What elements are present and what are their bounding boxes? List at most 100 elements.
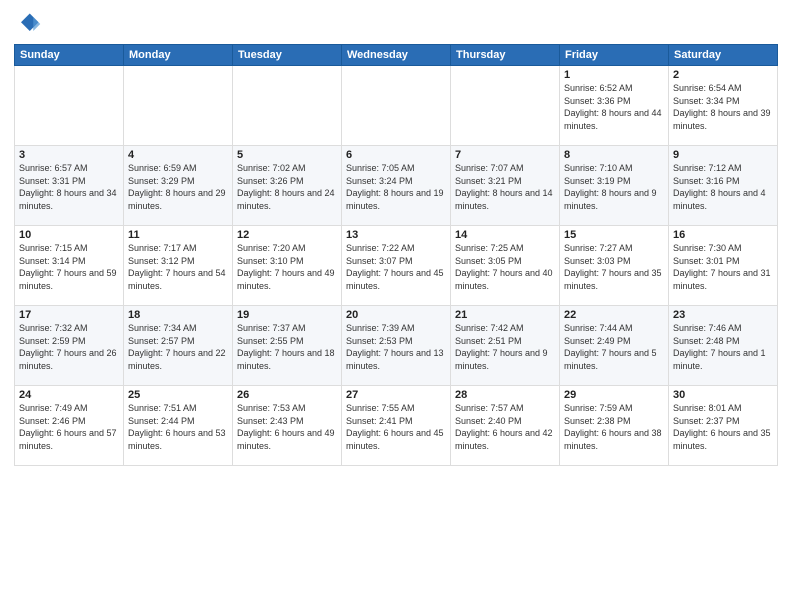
- day-number: 14: [455, 229, 555, 241]
- calendar-cell: 4Sunrise: 6:59 AM Sunset: 3:29 PM Daylig…: [124, 146, 233, 226]
- weekday-header: Sunday: [15, 45, 124, 66]
- calendar-week-row: 3Sunrise: 6:57 AM Sunset: 3:31 PM Daylig…: [15, 146, 778, 226]
- calendar-cell: [342, 66, 451, 146]
- calendar-cell: 15Sunrise: 7:27 AM Sunset: 3:03 PM Dayli…: [560, 226, 669, 306]
- day-number: 13: [346, 229, 446, 241]
- day-number: 19: [237, 309, 337, 321]
- calendar-cell: 26Sunrise: 7:53 AM Sunset: 2:43 PM Dayli…: [233, 386, 342, 466]
- day-info: Sunrise: 7:39 AM Sunset: 2:53 PM Dayligh…: [346, 322, 446, 372]
- calendar-cell: 29Sunrise: 7:59 AM Sunset: 2:38 PM Dayli…: [560, 386, 669, 466]
- day-info: Sunrise: 7:55 AM Sunset: 2:41 PM Dayligh…: [346, 402, 446, 452]
- calendar-cell: 27Sunrise: 7:55 AM Sunset: 2:41 PM Dayli…: [342, 386, 451, 466]
- day-number: 24: [19, 389, 119, 401]
- day-number: 10: [19, 229, 119, 241]
- calendar-cell: 23Sunrise: 7:46 AM Sunset: 2:48 PM Dayli…: [669, 306, 778, 386]
- calendar-cell: [124, 66, 233, 146]
- day-number: 18: [128, 309, 228, 321]
- day-number: 25: [128, 389, 228, 401]
- calendar-table: SundayMondayTuesdayWednesdayThursdayFrid…: [14, 44, 778, 466]
- calendar-cell: 16Sunrise: 7:30 AM Sunset: 3:01 PM Dayli…: [669, 226, 778, 306]
- day-info: Sunrise: 7:12 AM Sunset: 3:16 PM Dayligh…: [673, 162, 773, 212]
- day-number: 20: [346, 309, 446, 321]
- day-info: Sunrise: 7:07 AM Sunset: 3:21 PM Dayligh…: [455, 162, 555, 212]
- day-info: Sunrise: 7:05 AM Sunset: 3:24 PM Dayligh…: [346, 162, 446, 212]
- calendar-cell: 21Sunrise: 7:42 AM Sunset: 2:51 PM Dayli…: [451, 306, 560, 386]
- calendar-cell: 5Sunrise: 7:02 AM Sunset: 3:26 PM Daylig…: [233, 146, 342, 226]
- weekday-header: Friday: [560, 45, 669, 66]
- day-info: Sunrise: 7:42 AM Sunset: 2:51 PM Dayligh…: [455, 322, 555, 372]
- calendar-cell: 7Sunrise: 7:07 AM Sunset: 3:21 PM Daylig…: [451, 146, 560, 226]
- day-number: 21: [455, 309, 555, 321]
- day-info: Sunrise: 7:20 AM Sunset: 3:10 PM Dayligh…: [237, 242, 337, 292]
- day-info: Sunrise: 7:46 AM Sunset: 2:48 PM Dayligh…: [673, 322, 773, 372]
- day-info: Sunrise: 7:53 AM Sunset: 2:43 PM Dayligh…: [237, 402, 337, 452]
- day-info: Sunrise: 7:17 AM Sunset: 3:12 PM Dayligh…: [128, 242, 228, 292]
- day-info: Sunrise: 7:32 AM Sunset: 2:59 PM Dayligh…: [19, 322, 119, 372]
- calendar-cell: [15, 66, 124, 146]
- day-info: Sunrise: 7:10 AM Sunset: 3:19 PM Dayligh…: [564, 162, 664, 212]
- day-info: Sunrise: 7:15 AM Sunset: 3:14 PM Dayligh…: [19, 242, 119, 292]
- day-number: 22: [564, 309, 664, 321]
- calendar-cell: 10Sunrise: 7:15 AM Sunset: 3:14 PM Dayli…: [15, 226, 124, 306]
- day-number: 11: [128, 229, 228, 241]
- calendar-week-row: 10Sunrise: 7:15 AM Sunset: 3:14 PM Dayli…: [15, 226, 778, 306]
- calendar-cell: 1Sunrise: 6:52 AM Sunset: 3:36 PM Daylig…: [560, 66, 669, 146]
- day-number: 26: [237, 389, 337, 401]
- day-info: Sunrise: 8:01 AM Sunset: 2:37 PM Dayligh…: [673, 402, 773, 452]
- day-info: Sunrise: 6:59 AM Sunset: 3:29 PM Dayligh…: [128, 162, 228, 212]
- calendar-cell: 24Sunrise: 7:49 AM Sunset: 2:46 PM Dayli…: [15, 386, 124, 466]
- calendar-cell: [233, 66, 342, 146]
- day-number: 30: [673, 389, 773, 401]
- day-number: 12: [237, 229, 337, 241]
- day-number: 2: [673, 69, 773, 81]
- calendar-week-row: 1Sunrise: 6:52 AM Sunset: 3:36 PM Daylig…: [15, 66, 778, 146]
- day-info: Sunrise: 7:30 AM Sunset: 3:01 PM Dayligh…: [673, 242, 773, 292]
- calendar-cell: 2Sunrise: 6:54 AM Sunset: 3:34 PM Daylig…: [669, 66, 778, 146]
- calendar-cell: 20Sunrise: 7:39 AM Sunset: 2:53 PM Dayli…: [342, 306, 451, 386]
- calendar-week-row: 17Sunrise: 7:32 AM Sunset: 2:59 PM Dayli…: [15, 306, 778, 386]
- calendar-cell: 3Sunrise: 6:57 AM Sunset: 3:31 PM Daylig…: [15, 146, 124, 226]
- day-number: 15: [564, 229, 664, 241]
- day-number: 6: [346, 149, 446, 161]
- page: SundayMondayTuesdayWednesdayThursdayFrid…: [0, 0, 792, 612]
- calendar-cell: 19Sunrise: 7:37 AM Sunset: 2:55 PM Dayli…: [233, 306, 342, 386]
- weekday-header: Tuesday: [233, 45, 342, 66]
- header: [14, 10, 778, 38]
- calendar-cell: 12Sunrise: 7:20 AM Sunset: 3:10 PM Dayli…: [233, 226, 342, 306]
- weekday-header: Thursday: [451, 45, 560, 66]
- calendar-cell: 30Sunrise: 8:01 AM Sunset: 2:37 PM Dayli…: [669, 386, 778, 466]
- weekday-header: Wednesday: [342, 45, 451, 66]
- day-number: 5: [237, 149, 337, 161]
- day-info: Sunrise: 7:27 AM Sunset: 3:03 PM Dayligh…: [564, 242, 664, 292]
- day-number: 7: [455, 149, 555, 161]
- calendar-cell: 8Sunrise: 7:10 AM Sunset: 3:19 PM Daylig…: [560, 146, 669, 226]
- calendar-cell: 25Sunrise: 7:51 AM Sunset: 2:44 PM Dayli…: [124, 386, 233, 466]
- calendar-cell: 14Sunrise: 7:25 AM Sunset: 3:05 PM Dayli…: [451, 226, 560, 306]
- day-number: 28: [455, 389, 555, 401]
- day-number: 4: [128, 149, 228, 161]
- calendar-cell: [451, 66, 560, 146]
- day-number: 9: [673, 149, 773, 161]
- calendar-cell: 18Sunrise: 7:34 AM Sunset: 2:57 PM Dayli…: [124, 306, 233, 386]
- logo: [14, 10, 44, 38]
- day-number: 27: [346, 389, 446, 401]
- day-info: Sunrise: 6:57 AM Sunset: 3:31 PM Dayligh…: [19, 162, 119, 212]
- day-info: Sunrise: 7:57 AM Sunset: 2:40 PM Dayligh…: [455, 402, 555, 452]
- calendar-cell: 11Sunrise: 7:17 AM Sunset: 3:12 PM Dayli…: [124, 226, 233, 306]
- day-number: 17: [19, 309, 119, 321]
- day-number: 1: [564, 69, 664, 81]
- day-info: Sunrise: 6:52 AM Sunset: 3:36 PM Dayligh…: [564, 82, 664, 132]
- calendar-cell: 13Sunrise: 7:22 AM Sunset: 3:07 PM Dayli…: [342, 226, 451, 306]
- day-number: 29: [564, 389, 664, 401]
- logo-icon: [14, 10, 42, 38]
- day-info: Sunrise: 7:51 AM Sunset: 2:44 PM Dayligh…: [128, 402, 228, 452]
- day-number: 16: [673, 229, 773, 241]
- calendar-cell: 6Sunrise: 7:05 AM Sunset: 3:24 PM Daylig…: [342, 146, 451, 226]
- day-number: 23: [673, 309, 773, 321]
- calendar-header-row: SundayMondayTuesdayWednesdayThursdayFrid…: [15, 45, 778, 66]
- day-number: 3: [19, 149, 119, 161]
- day-info: Sunrise: 7:59 AM Sunset: 2:38 PM Dayligh…: [564, 402, 664, 452]
- day-info: Sunrise: 7:34 AM Sunset: 2:57 PM Dayligh…: [128, 322, 228, 372]
- day-info: Sunrise: 6:54 AM Sunset: 3:34 PM Dayligh…: [673, 82, 773, 132]
- day-info: Sunrise: 7:37 AM Sunset: 2:55 PM Dayligh…: [237, 322, 337, 372]
